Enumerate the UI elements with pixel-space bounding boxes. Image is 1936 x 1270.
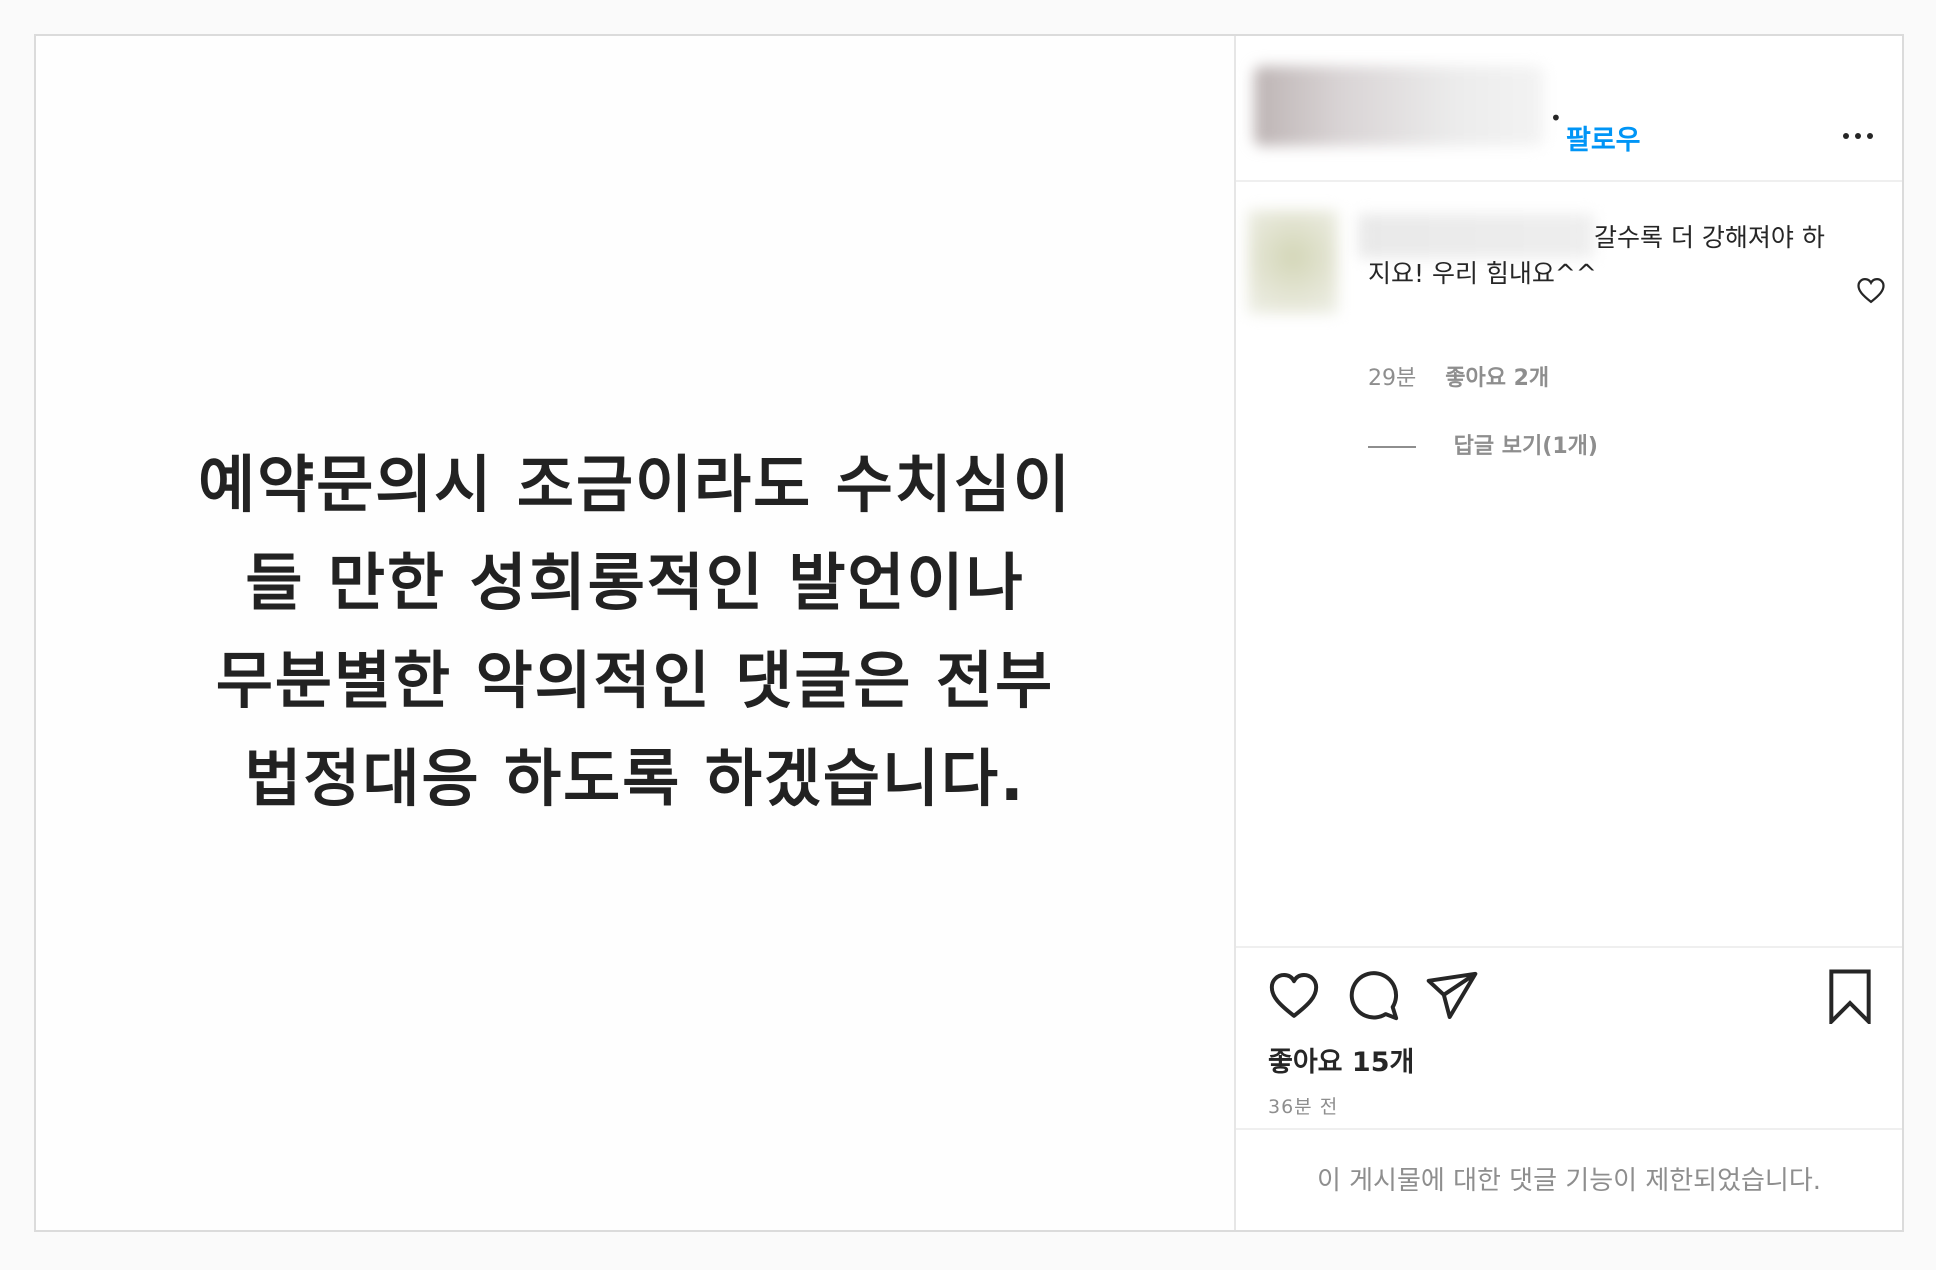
commenter-avatar[interactable] [1248, 210, 1338, 314]
header-separator: • [1550, 106, 1562, 130]
replies-divider [1368, 446, 1416, 448]
heart-outline-icon[interactable] [1856, 276, 1886, 304]
bookmark-icon[interactable] [1822, 968, 1878, 1024]
comment-text: 갈수록 더 강해져야 하지요! 우리 힘내요^^ [1368, 223, 1825, 288]
post-side-panel: • 팔로우 갈수록 더 강해져야 하지요! 우리 힘내요^^ 29분 좋아요 2… [1236, 36, 1902, 1230]
view-replies-button[interactable]: 답글 보기(1개) [1368, 428, 1598, 460]
image-text-line: 무분별한 악의적인 댓글은 전부 [215, 644, 1055, 717]
comment-likes[interactable]: 좋아요 2개 [1445, 366, 1549, 391]
image-text-line: 법정대응 하도록 하겠습니다. [244, 742, 1026, 815]
comment-time[interactable]: 29분 [1368, 366, 1416, 391]
share-icon[interactable] [1424, 968, 1480, 1024]
post-image-text: 예약문의시 조금이라도 수치심이 들 만한 성희롱적인 발언이나 무분별한 악의… [36, 436, 1234, 828]
author-avatar-username-redacted[interactable] [1254, 66, 1544, 146]
comment-meta: 29분 좋아요 2개 [1368, 360, 1549, 392]
comments-restricted-notice: 이 게시물에 대한 댓글 기능이 제한되었습니다. [1236, 1128, 1902, 1232]
post-actions: 좋아요 15개 36분 전 [1236, 946, 1902, 1128]
follow-button[interactable]: 팔로우 [1566, 118, 1641, 157]
post-image[interactable]: 예약문의시 조금이라도 수치심이 들 만한 성희롱적인 발언이나 무분별한 악의… [36, 36, 1236, 1230]
image-text-line: 예약문의시 조금이라도 수치심이 [198, 448, 1072, 521]
post-timestamp[interactable]: 36분 전 [1268, 1092, 1338, 1119]
view-replies-label: 답글 보기(1개) [1453, 434, 1598, 459]
comment-icon[interactable] [1346, 968, 1402, 1024]
more-horizontal-icon[interactable] [1840, 126, 1880, 146]
post-likes-count[interactable]: 좋아요 15개 [1268, 1040, 1414, 1079]
post-header: • 팔로우 [1236, 36, 1902, 182]
heart-icon[interactable] [1266, 968, 1322, 1024]
post-card: 예약문의시 조금이라도 수치심이 들 만한 성희롱적인 발언이나 무분별한 악의… [34, 34, 1904, 1232]
comment: 갈수록 더 강해져야 하지요! 우리 힘내요^^ 29분 좋아요 2개 답글 보… [1236, 206, 1902, 466]
image-text-line: 들 만한 성희롱적인 발언이나 [245, 546, 1025, 619]
